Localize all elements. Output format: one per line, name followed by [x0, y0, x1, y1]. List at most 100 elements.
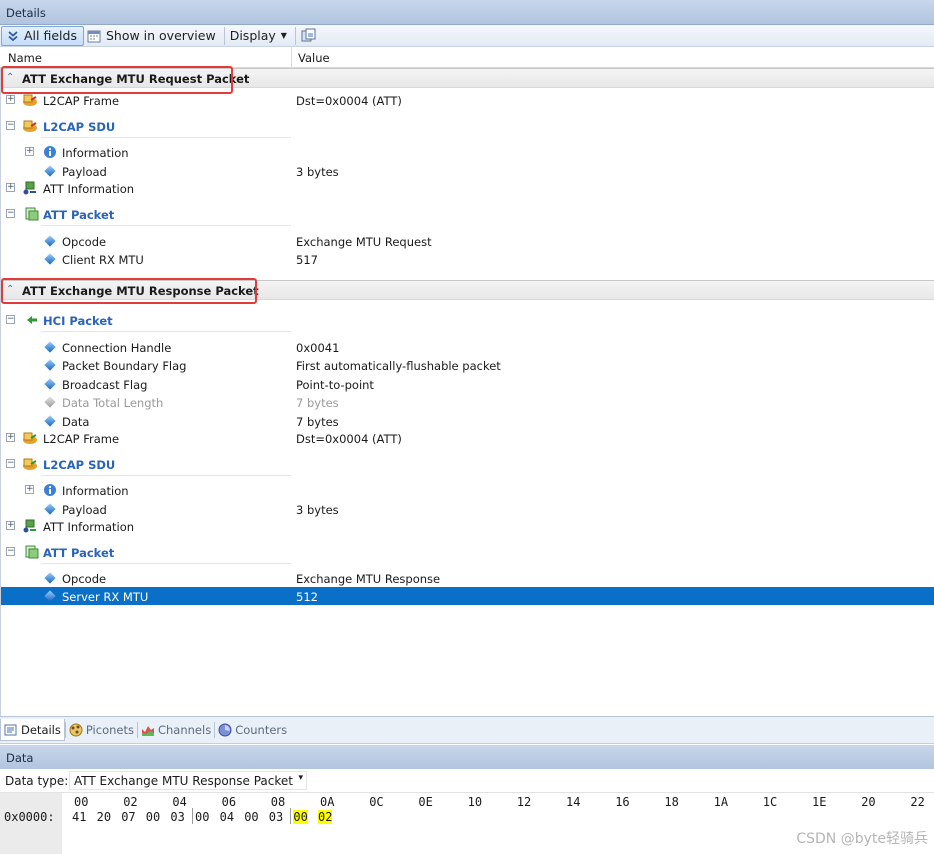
opcode-value: Exchange MTU Request [296, 235, 432, 249]
bottom-tab-bar: Details Piconets Channels Counters [0, 716, 934, 744]
tree-row-opcode[interactable]: Opcode Exchange MTU Response [1, 569, 934, 587]
broadcast-flag-name: Broadcast Flag [62, 378, 148, 392]
expand-icon[interactable]: + [6, 183, 15, 192]
expand-icon[interactable]: + [6, 95, 15, 104]
tree-row-l2cap-sdu[interactable]: − L2CAP SDU [1, 455, 934, 473]
expand-icon[interactable]: + [6, 521, 15, 530]
column-divider[interactable] [291, 47, 292, 68]
tree-row-server-rx-mtu[interactable]: Server RX MTU 512 [1, 587, 934, 605]
tab-channels-label: Channels [157, 723, 212, 737]
tree-row-att-packet[interactable]: − ATT Packet [1, 543, 934, 561]
hex-ruler-label: 0E [418, 795, 433, 809]
collapse-icon[interactable]: − [6, 209, 15, 218]
tree-row-att-packet[interactable]: − ATT Packet [1, 205, 934, 223]
value-column-header[interactable]: Value [298, 51, 330, 65]
tree-row-opcode[interactable]: Opcode Exchange MTU Request [1, 232, 934, 250]
display-dropdown[interactable]: Display ▼ [227, 26, 293, 46]
tree-row-data-total-length[interactable]: Data Total Length 7 bytes [1, 393, 934, 411]
tree-row-broadcast-flag[interactable]: Broadcast Flag Point-to-point [1, 375, 934, 393]
tree-row-payload[interactable]: Payload 3 bytes [1, 500, 934, 518]
info-icon [42, 145, 58, 159]
att-information-name: ATT Information [43, 520, 135, 534]
att-information-icon [22, 181, 38, 195]
packet-boundary-flag-value: First automatically-flushable packet [296, 359, 501, 373]
tree-row-connection-handle[interactable]: Connection Handle 0x0041 [1, 338, 934, 356]
highlight-box [1, 66, 233, 94]
payload-name: Payload [62, 165, 107, 179]
hex-byte[interactable]: 07 [121, 810, 135, 824]
data-total-length-value: 7 bytes [296, 396, 339, 410]
data-type-select[interactable]: ATT Exchange MTU Response Packet ▾ [69, 771, 307, 790]
tree-row-payload[interactable]: Payload 3 bytes [1, 162, 934, 180]
tree-row-information[interactable]: + Information [1, 481, 934, 499]
show-in-overview-button[interactable]: Show in overview [84, 26, 222, 46]
tab-counters[interactable]: Counters [215, 719, 290, 741]
hex-byte[interactable]: 20 [97, 810, 111, 824]
arrow-left-icon [24, 313, 40, 327]
collapse-icon[interactable]: − [6, 459, 15, 468]
l2cap-frame-value: Dst=0x0004 (ATT) [296, 94, 402, 108]
field-diamond-icon [44, 415, 56, 427]
l2cap-frame-name: L2CAP Frame [43, 94, 120, 108]
details-toolbar: All fields Show in overview Display ▼ [0, 25, 934, 47]
collapse-icon[interactable]: − [6, 547, 15, 556]
tree-row-att-information[interactable]: + ATT Information [1, 179, 934, 197]
tab-details[interactable]: Details [0, 719, 65, 741]
tree-row-packet-boundary-flag[interactable]: Packet Boundary Flag First automatically… [1, 356, 934, 374]
tree-row-l2cap-frame[interactable]: + L2CAP Frame Dst=0x0004 (ATT) [1, 429, 934, 447]
tree-row-l2cap-frame[interactable]: + L2CAP Frame Dst=0x0004 (ATT) [1, 91, 934, 109]
name-column-header[interactable]: Name [8, 51, 42, 65]
export-button[interactable] [298, 26, 326, 46]
att-packet-icon [24, 545, 40, 559]
data-type-label: Data type: [5, 774, 69, 788]
collapse-icon[interactable]: − [6, 121, 15, 130]
l2cap-sdu-icon [22, 457, 38, 471]
data-type-value: ATT Exchange MTU Response Packet [74, 774, 293, 788]
hex-byte[interactable]: 00 [293, 810, 308, 824]
hex-byte[interactable]: 04 [220, 810, 234, 824]
tree-row-l2cap-sdu[interactable]: − L2CAP SDU [1, 117, 934, 135]
group-underline [41, 225, 291, 226]
connection-handle-value: 0x0041 [296, 341, 340, 355]
tab-piconets[interactable]: Piconets [66, 719, 137, 741]
hex-byte[interactable]: 00 [146, 810, 160, 824]
data-total-length-name: Data Total Length [62, 396, 164, 410]
tree-row-hci-packet[interactable]: − HCI Packet [1, 311, 934, 329]
tree-row-client-rx-mtu[interactable]: Client RX MTU 517 [1, 250, 934, 268]
hex-byte[interactable]: 00 [195, 810, 209, 824]
hex-address: 0x0000: [4, 810, 55, 824]
hex-ruler-label: 22 [910, 795, 925, 809]
tree-row-information[interactable]: + Information [1, 143, 934, 161]
hex-view[interactable]: 0x0000: 00 02 04 06 08 0A 0C 0E 10 12 14 16 18 1A 1C 1E… [0, 793, 934, 854]
hex-byte[interactable]: 03 [170, 810, 184, 824]
channels-icon [141, 723, 155, 737]
dropdown-arrow-icon: ▾ [298, 773, 303, 783]
hex-byte[interactable]: 00 [244, 810, 258, 824]
hex-ruler-label: 10 [467, 795, 483, 809]
server-rx-mtu-value: 512 [296, 590, 318, 604]
att-packet-name: ATT Packet [43, 208, 115, 222]
tree-row-data[interactable]: Data 7 bytes [1, 412, 934, 430]
hex-byte[interactable]: 02 [318, 810, 333, 824]
l2cap-frame-icon [22, 431, 38, 445]
tree-row-att-information[interactable]: + ATT Information [1, 517, 934, 535]
hex-ruler-label: 16 [615, 795, 630, 809]
collapse-icon[interactable]: − [6, 315, 15, 324]
payload-name: Payload [62, 503, 107, 517]
field-diamond-icon [44, 396, 56, 408]
expand-icon[interactable]: + [25, 485, 34, 494]
l2cap-sdu-icon [22, 119, 38, 133]
all-fields-button[interactable]: All fields [1, 25, 84, 46]
hex-byte[interactable]: 03 [269, 810, 283, 824]
expand-icon[interactable]: + [25, 147, 34, 156]
client-rx-mtu-value: 517 [296, 253, 318, 267]
hex-byte[interactable]: 41 [72, 810, 86, 824]
field-diamond-icon [44, 590, 56, 602]
tab-channels[interactable]: Channels [138, 719, 214, 741]
l2cap-frame-icon [22, 93, 38, 107]
group-underline [41, 475, 291, 476]
field-diamond-icon [44, 235, 56, 247]
expand-icon[interactable]: + [6, 433, 15, 442]
tab-piconets-label: Piconets [85, 723, 134, 737]
hex-ruler-label: 02 [123, 795, 138, 809]
